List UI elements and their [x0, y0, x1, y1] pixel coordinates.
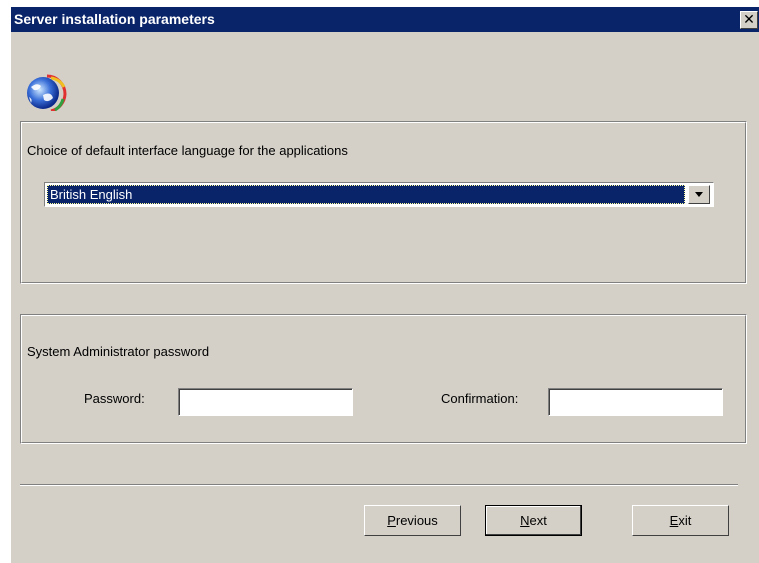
password-label: Password:: [84, 391, 145, 406]
title-bar: Server installation parameters ✕: [11, 7, 759, 32]
password-field[interactable]: [178, 388, 353, 416]
close-icon: ✕: [743, 12, 755, 28]
close-button[interactable]: ✕: [740, 11, 758, 29]
exit-accel: E: [669, 513, 679, 528]
previous-button[interactable]: Previous: [364, 505, 461, 536]
next-label: ext: [529, 513, 547, 528]
chevron-down-icon: [695, 192, 703, 197]
password-group-label: System Administrator password: [27, 344, 210, 359]
language-select-value: British English: [47, 185, 685, 204]
window-title: Server installation parameters: [14, 11, 215, 27]
previous-label: revious: [395, 513, 438, 528]
confirmation-label: Confirmation:: [441, 391, 519, 406]
installer-dialog: Server installation parameters ✕: [11, 7, 759, 563]
dropdown-button[interactable]: [688, 185, 710, 204]
exit-button[interactable]: Exit: [632, 505, 729, 536]
password-group: [20, 314, 747, 444]
globe-icon: [27, 74, 67, 111]
separator: [20, 484, 738, 486]
exit-label: xit: [678, 513, 692, 528]
confirmation-field[interactable]: [548, 388, 723, 416]
previous-accel: P: [387, 513, 396, 528]
next-accel: N: [520, 513, 530, 528]
language-select[interactable]: British English: [44, 182, 714, 207]
next-button[interactable]: Next: [485, 505, 582, 536]
language-group-label: Choice of default interface language for…: [27, 143, 348, 158]
